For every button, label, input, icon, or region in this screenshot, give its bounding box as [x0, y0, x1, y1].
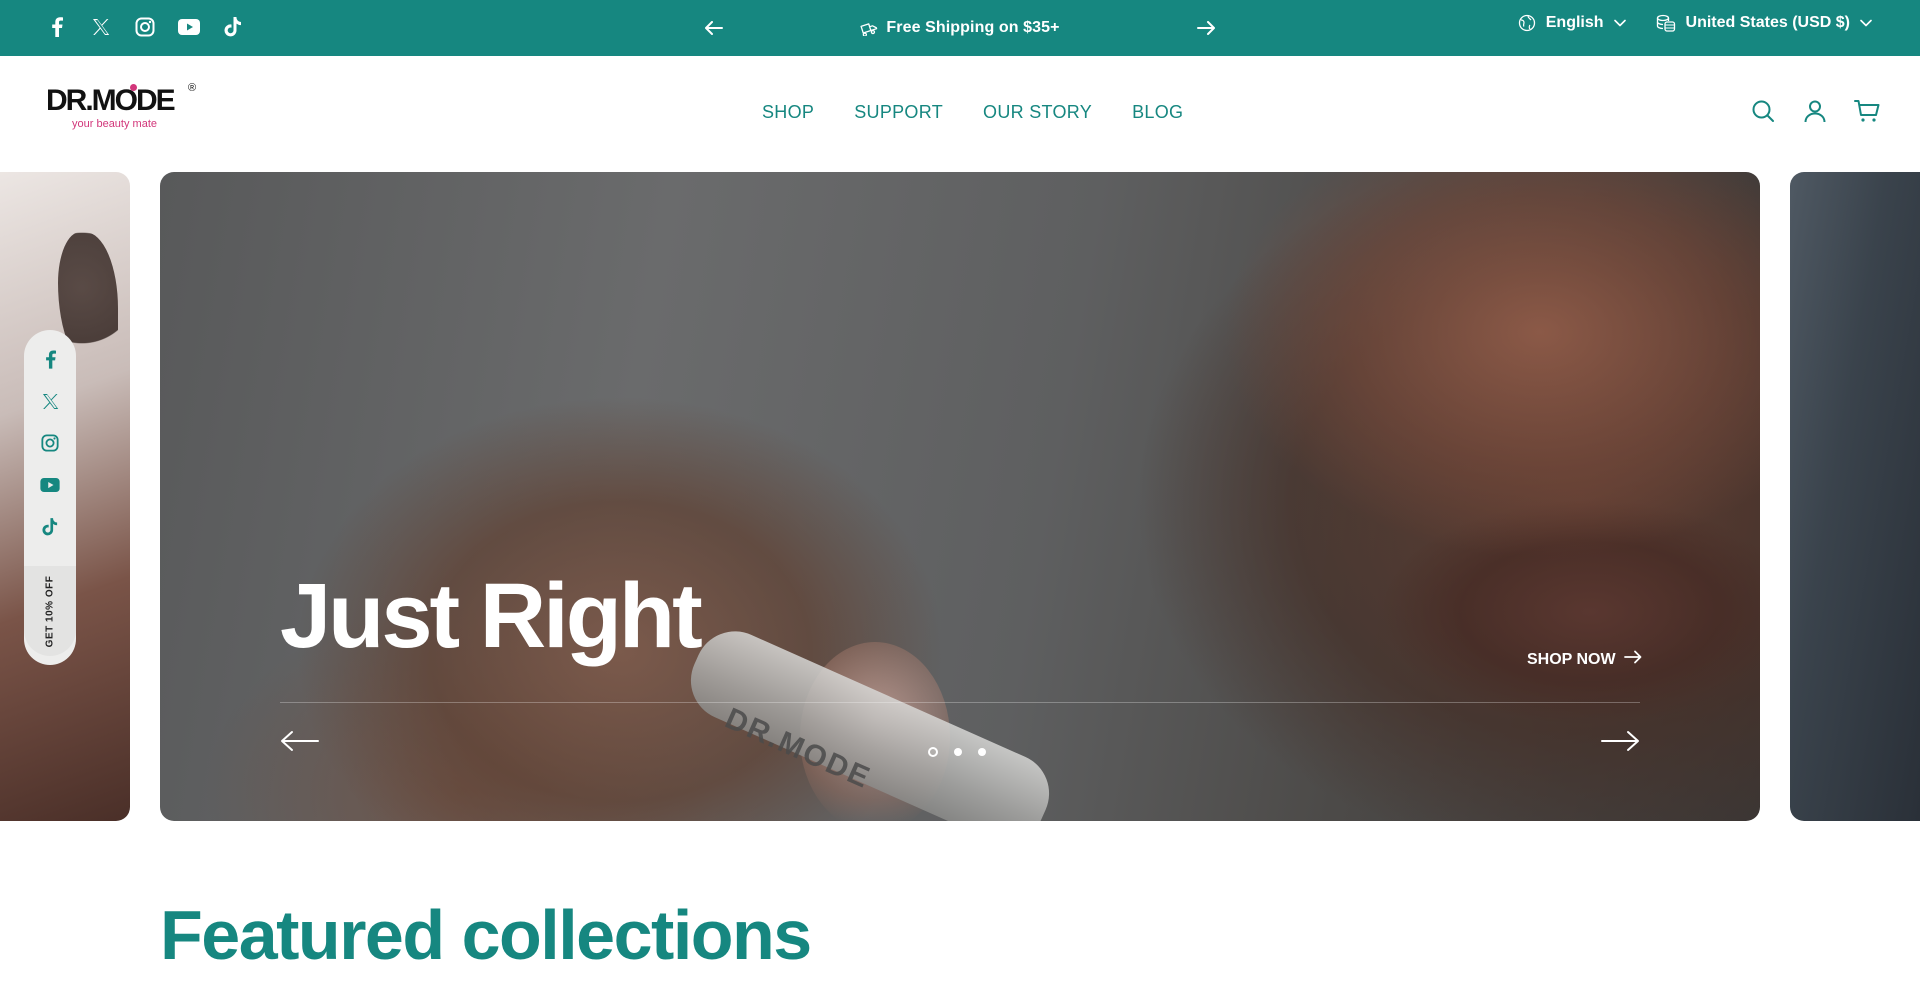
logo-dot [130, 84, 137, 91]
language-label: English [1545, 14, 1604, 31]
facebook-icon[interactable] [44, 14, 70, 40]
discount-offer-tab[interactable]: GET 10% OFF [24, 566, 76, 656]
site-logo[interactable]: ® DR.MODE your beauty mate [46, 82, 206, 140]
shop-now-label: SHOP NOW [1527, 650, 1616, 668]
site-header: ® DR.MODE your beauty mate SHOP SUPPORT … [0, 56, 1920, 172]
currency-label: United States (USD $) [1685, 14, 1850, 31]
hero-divider [280, 702, 1640, 703]
slider-pagination [928, 747, 986, 757]
featured-collections-heading: Featured collections [160, 896, 812, 974]
tiktok-icon[interactable] [220, 14, 246, 40]
coins-icon [1656, 14, 1676, 32]
chevron-down-icon [1613, 19, 1626, 27]
shop-now-link[interactable]: SHOP NOW [1527, 650, 1642, 669]
hero-heading: Just Right [280, 565, 703, 667]
arrow-right-icon [1623, 650, 1642, 669]
announcement-message: Free Shipping on $35+ [860, 19, 1060, 37]
nav-item-our-story[interactable]: OUR STORY [983, 102, 1092, 123]
account-icon[interactable] [1802, 98, 1828, 124]
locale-selectors: English United States (USD $) [1518, 14, 1872, 32]
floating-social-bar: GET 10% OFF [24, 330, 76, 665]
currency-selector[interactable]: United States (USD $) [1656, 14, 1872, 32]
search-icon[interactable] [1750, 98, 1776, 124]
instagram-icon[interactable] [132, 14, 158, 40]
youtube-icon[interactable] [176, 14, 202, 40]
truck-icon [860, 20, 878, 36]
logo-tagline: your beauty mate [72, 118, 157, 130]
language-selector[interactable]: English [1518, 14, 1626, 32]
youtube-icon[interactable] [37, 472, 63, 498]
announcement-prev-arrow-icon[interactable] [700, 14, 728, 42]
announcement-bar: Free Shipping on $35+ English United Sta… [0, 0, 1920, 56]
globe-icon [1518, 14, 1536, 32]
logo-wordmark: DR.MODE [46, 84, 176, 117]
slider-next-arrow-icon[interactable] [1600, 728, 1640, 754]
announcement-next-arrow-icon[interactable] [1192, 14, 1220, 42]
slider-prev-arrow-icon[interactable] [280, 728, 320, 754]
slider-dot-2[interactable] [954, 748, 962, 756]
x-icon[interactable] [37, 388, 63, 414]
offer-label: GET 10% OFF [44, 575, 56, 647]
cart-icon[interactable] [1854, 98, 1880, 124]
facebook-icon[interactable] [37, 346, 63, 372]
instagram-icon[interactable] [37, 430, 63, 456]
announcement-text: Free Shipping on $35+ [886, 19, 1060, 36]
nav-item-shop[interactable]: SHOP [762, 102, 814, 123]
chevron-down-icon [1860, 19, 1872, 27]
main-nav: SHOP SUPPORT OUR STORY BLOG [762, 102, 1183, 123]
topbar-social-links [44, 14, 246, 40]
announcement-carousel: Free Shipping on $35+ [700, 14, 1220, 42]
slider-dot-3[interactable] [978, 748, 986, 756]
header-actions [1750, 98, 1880, 124]
nav-item-support[interactable]: SUPPORT [854, 102, 943, 123]
registered-mark: ® [188, 82, 197, 94]
tiktok-icon[interactable] [37, 514, 63, 540]
x-icon[interactable] [88, 14, 114, 40]
nav-item-blog[interactable]: BLOG [1132, 102, 1183, 123]
hero-slide: DR.MODE Just Right SHOP NOW [160, 172, 1760, 821]
slider-dot-1[interactable] [928, 747, 938, 757]
next-slide-peek[interactable] [1790, 172, 1920, 821]
